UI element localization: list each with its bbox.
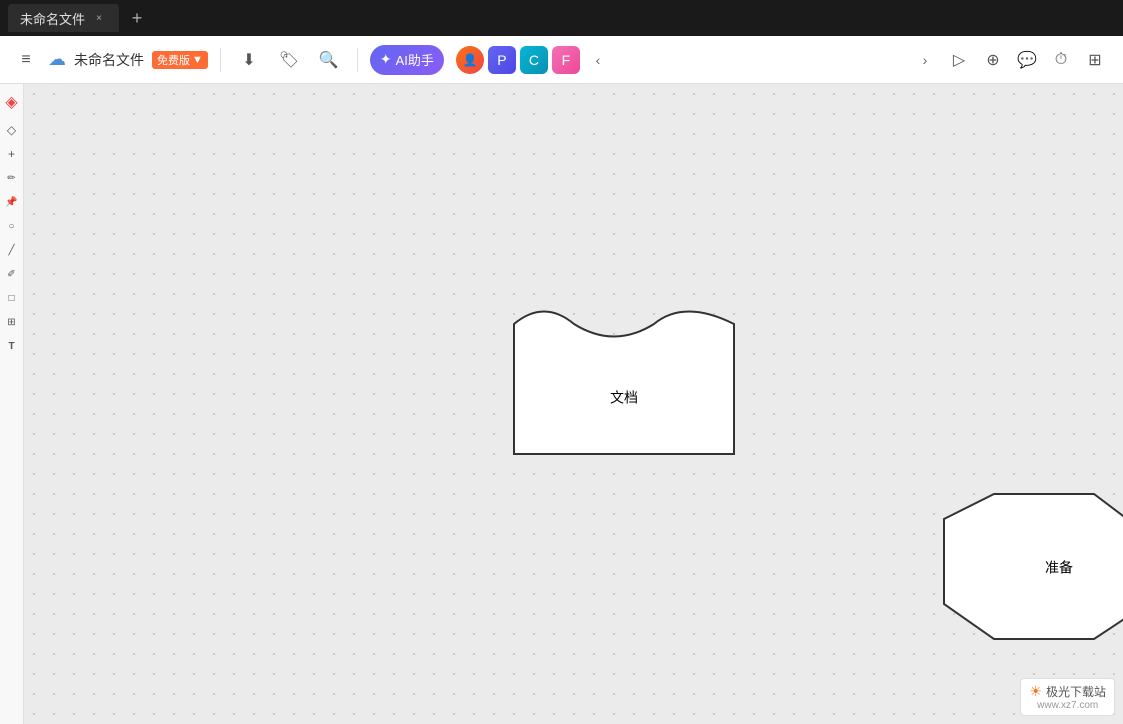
title-bar-right [1003,0,1123,36]
plugin-collapse-btn[interactable]: ‹ [584,46,612,74]
ai-star-icon: ✦ [380,51,392,68]
search-icon: 🔍 [319,50,339,70]
watermark: ☀ 极光下载站 www.xz7.com [1020,678,1115,716]
plugin-avatar-1[interactable]: 👤 [456,46,484,74]
ai-label: AI助手 [396,50,434,69]
cursor-btn[interactable]: ⊕ [977,44,1009,76]
tag-icon: 🏷 [279,50,299,70]
free-badge[interactable]: 免费版 ▼ [152,51,208,69]
tool-table[interactable]: ⊞ [2,312,22,332]
toolbar-divider-2 [357,48,358,72]
tab-close-btn[interactable]: × [91,10,107,26]
right-toolbar-icons: ▷ ⊕ 💬 ⏱ ⊞ [943,44,1111,76]
tool-lasso[interactable]: ○ [2,216,22,236]
free-badge-label: 免费版 [157,52,190,68]
watermark-url: www.xz7.com [1029,700,1106,711]
canvas-svg: 文档 准备 [24,84,1123,724]
ai-assistant-btn[interactable]: ✦ AI助手 [370,45,444,75]
toolbar-divider-1 [220,48,221,72]
tool-connector[interactable]: ╱ [2,240,22,260]
left-sidebar: ◈ ◇ + ✏ 📌 ○ ╱ ✐ □ ⊞ T [0,84,24,724]
plugin-icons: 👤 P C F ‹ [456,46,612,74]
doc-name[interactable]: 未命名文件 [74,50,144,70]
plugin-f-btn[interactable]: F [552,46,580,74]
timer-btn[interactable]: ⏱ [1045,44,1077,76]
expand-right-btn[interactable]: › [911,46,939,74]
tag-btn[interactable]: 🏷 [273,44,305,76]
watermark-site: 极光下载站 [1046,683,1106,700]
tool-pencil[interactable]: ✐ [2,264,22,284]
tool-shapes[interactable]: □ [2,288,22,308]
play-btn[interactable]: ▷ [943,44,975,76]
download-btn[interactable]: ⬇ [233,44,265,76]
comment-btn[interactable]: 💬 [1011,44,1043,76]
canvas-area[interactable]: 文档 准备 ☀ 极光下载站 www.xz7.com [24,84,1123,724]
new-tab-btn[interactable]: + [123,4,151,32]
plugin-c-btn[interactable]: C [520,46,548,74]
toolbar-right: › ▷ ⊕ 💬 ⏱ ⊞ [911,44,1111,76]
tool-crosshair[interactable]: + [2,144,22,164]
prepare-shape-label: 准备 [1045,560,1073,576]
tool-text[interactable]: T [2,336,22,356]
tab-label: 未命名文件 [20,9,85,28]
tool-sticky[interactable]: 📌 [2,192,22,212]
menu-btn[interactable]: ≡ [12,46,40,74]
layout-btn[interactable]: ⊞ [1079,44,1111,76]
doc-shape-label: 文档 [610,390,638,406]
toolbar: ≡ ☁ 未命名文件 免费版 ▼ ⬇ 🏷 🔍 ✦ AI助手 👤 P C F ‹ [0,36,1123,84]
tool-select[interactable]: ◇ [2,120,22,140]
watermark-box: ☀ 极光下载站 www.xz7.com [1020,678,1115,716]
prepare-shape[interactable]: 准备 [944,494,1123,639]
cloud-icon: ☁ [48,49,66,70]
shape-container: 文档 准备 [24,84,1123,724]
plugin-p-btn[interactable]: P [488,46,516,74]
doc-shape[interactable]: 文档 [514,312,734,455]
badge-arrow-icon: ▼ [192,54,203,66]
tool-pen[interactable]: ✏ [2,168,22,188]
toolbar-left: ≡ ☁ 未命名文件 免费版 ▼ ⬇ 🏷 🔍 ✦ AI助手 👤 P C F ‹ [12,44,612,76]
title-bar: 未命名文件 × + [0,0,1123,36]
active-tab[interactable]: 未命名文件 × [8,4,119,32]
download-icon: ⬇ [242,50,255,70]
tool-logo[interactable]: ◈ [2,92,22,112]
main-area: ◈ ◇ + ✏ 📌 ○ ╱ ✐ □ ⊞ T 文档 准备 [0,84,1123,724]
search-btn[interactable]: 🔍 [313,44,345,76]
tab-area: 未命名文件 × + [8,0,151,36]
